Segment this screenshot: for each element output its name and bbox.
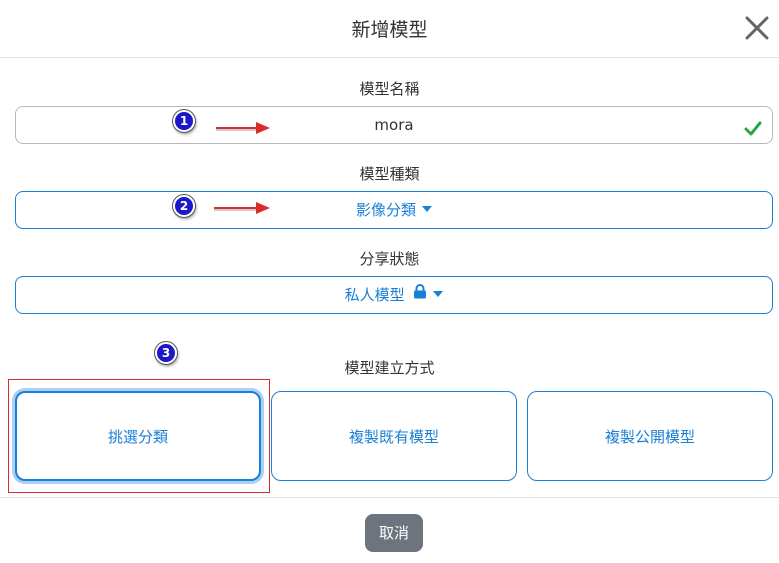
share-status-label: 分享狀態 — [359, 250, 420, 268]
model-type-label: 模型種類 — [359, 165, 420, 183]
method-label: 複製公開模型 — [604, 427, 695, 446]
model-name-label: 模型名稱 — [359, 80, 420, 98]
caret-down-icon — [422, 205, 432, 212]
method-label: 挑選分類 — [107, 427, 168, 446]
share-status-value: 私人模型 — [344, 286, 405, 304]
pick-category-button[interactable]: 挑選分類 — [15, 391, 261, 481]
model-type-select[interactable]: 影像分類 — [15, 191, 773, 229]
copy-existing-model-button[interactable]: 複製既有模型 — [271, 391, 517, 481]
cancel-button[interactable]: 取消 — [365, 514, 423, 552]
caret-down-icon — [433, 290, 444, 297]
model-type-value: 影像分類 — [355, 201, 416, 219]
model-name-input[interactable]: mora — [15, 106, 773, 144]
copy-public-model-button[interactable]: 複製公開模型 — [527, 391, 773, 481]
method-label: 複製既有模型 — [348, 427, 439, 446]
modal-header: 新增模型 — [0, 0, 779, 58]
modal-title: 新增模型 — [351, 19, 428, 41]
red-arrow-icon — [216, 122, 270, 134]
check-icon — [744, 115, 762, 151]
annotation-marker-1: 1 — [173, 110, 195, 132]
close-icon[interactable] — [743, 14, 771, 42]
red-arrow-icon — [214, 202, 270, 214]
annotation-marker-2: 2 — [173, 195, 195, 217]
annotation-marker-3: 3 — [155, 342, 177, 364]
model-name-value: mora — [374, 116, 414, 134]
creation-method-label: 模型建立方式 — [344, 359, 435, 377]
share-status-select[interactable]: 私人模型 — [15, 276, 773, 314]
modal-footer: 取消 — [0, 497, 779, 563]
lock-icon — [413, 276, 427, 312]
